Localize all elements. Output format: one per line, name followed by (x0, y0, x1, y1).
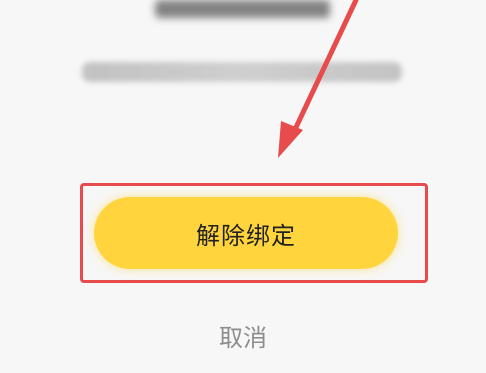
blurred-title (155, 0, 330, 18)
unbind-button-label: 解除绑定 (196, 221, 296, 250)
blurred-message (82, 62, 402, 82)
cancel-button[interactable]: 取消 (212, 318, 274, 352)
unbind-button[interactable]: 解除绑定 (94, 197, 398, 269)
dialog-screen: 解除绑定 取消 (0, 0, 486, 373)
cancel-button-label: 取消 (219, 323, 267, 352)
